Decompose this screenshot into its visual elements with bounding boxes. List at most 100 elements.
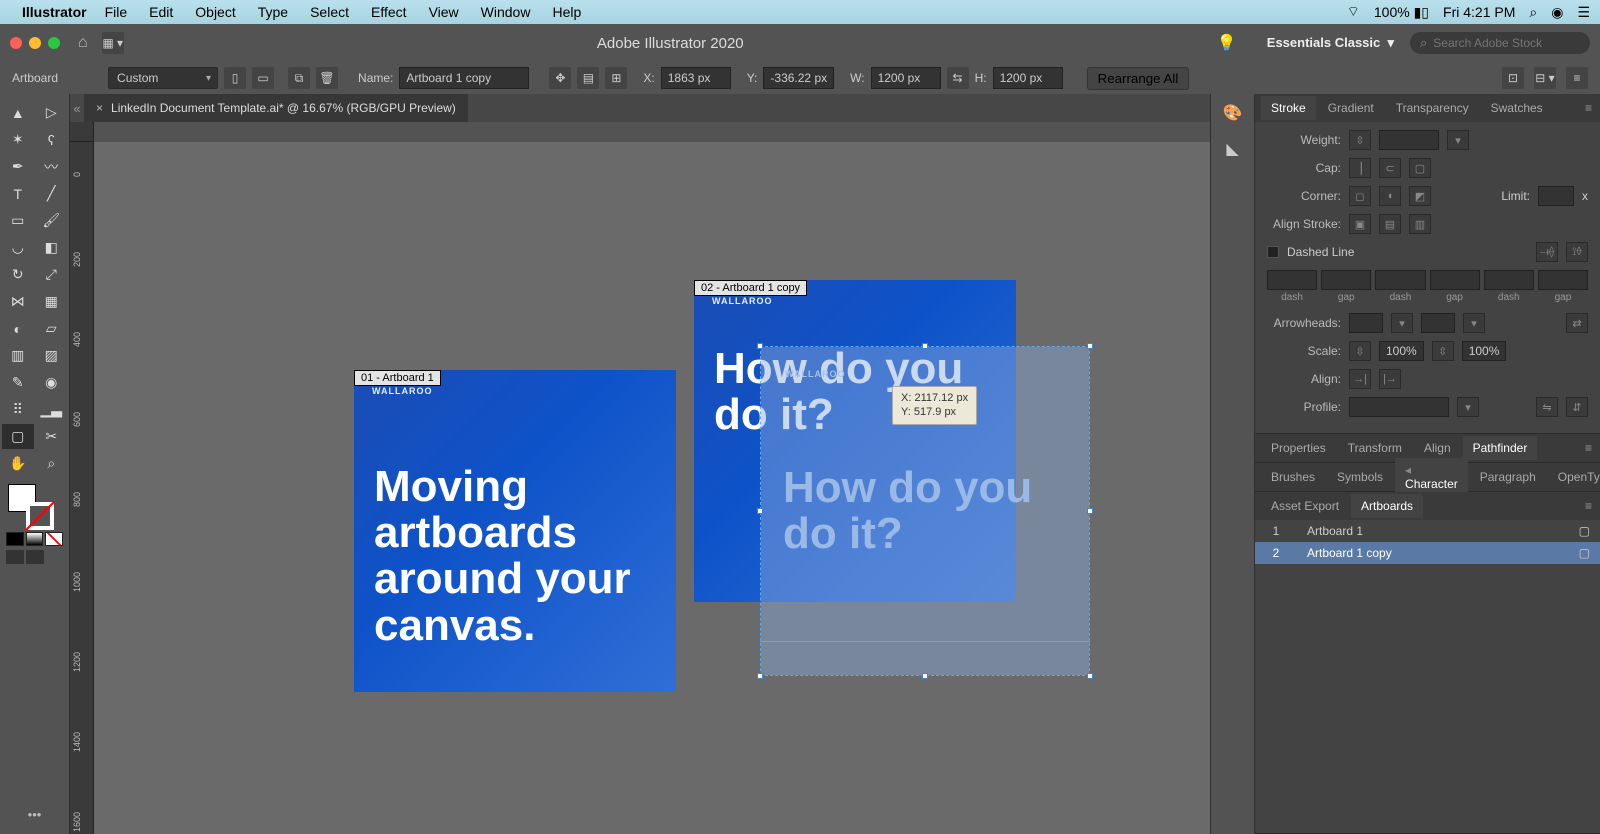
eyedropper-tool[interactable]: ✎	[2, 370, 34, 395]
profile-select[interactable]	[1349, 397, 1449, 417]
artboard-1[interactable]: 01 - Artboard 1 WALLAROO Moving artboard…	[354, 370, 676, 692]
y-field[interactable]: -336.22 px	[763, 67, 834, 89]
cap-round-button[interactable]: ⊂	[1379, 158, 1401, 178]
artboard-1-label[interactable]: 01 - Artboard 1	[354, 370, 441, 386]
menu-help[interactable]: Help	[552, 4, 581, 20]
artboard-options-icon[interactable]: ▢	[1579, 546, 1590, 560]
edit-toolbar-button[interactable]: •••	[2, 801, 67, 828]
color-mode-solid[interactable]	[6, 532, 24, 546]
rearrange-all-button[interactable]: Rearrange All	[1087, 67, 1190, 90]
artboard-row-name[interactable]: Artboard 1	[1287, 524, 1579, 538]
artboard-list-row[interactable]: 2 Artboard 1 copy ▢	[1255, 542, 1600, 564]
handle-bl[interactable]	[757, 673, 763, 679]
tab-overflow-left-icon[interactable]: «	[70, 101, 84, 116]
orientation-portrait-button[interactable]: ▯	[224, 67, 246, 89]
arrowhead-end-select[interactable]	[1421, 313, 1455, 333]
dash-3-field[interactable]	[1484, 270, 1534, 290]
zoom-tool[interactable]: ⌕	[36, 451, 68, 476]
arrow-align-extend-button[interactable]: →|	[1349, 369, 1371, 389]
mac-menu-app[interactable]: Illustrator	[22, 4, 87, 20]
weight-stepper[interactable]: ⇳	[1349, 130, 1371, 150]
screen-mode-full[interactable]	[26, 550, 44, 564]
scale-end-stepper[interactable]: ⇳	[1432, 341, 1454, 361]
menu-object[interactable]: Object	[195, 4, 235, 20]
blend-tool[interactable]: ◉	[36, 370, 68, 395]
artboard-2-label[interactable]: 02 - Artboard 1 copy	[694, 280, 807, 296]
stroke-swatch[interactable]	[26, 502, 54, 530]
tab-character[interactable]: ◂ Character	[1395, 458, 1468, 496]
h-field[interactable]: 1200 px	[993, 67, 1063, 89]
tab-gradient[interactable]: Gradient	[1318, 96, 1384, 120]
tab-artboards[interactable]: Artboards	[1351, 494, 1423, 518]
link-wh-button[interactable]: ⇆	[947, 67, 969, 89]
line-tool[interactable]: ╱	[36, 181, 68, 206]
canvas[interactable]: 01 - Artboard 1 WALLAROO Moving artboard…	[94, 142, 1210, 834]
delete-artboard-button[interactable]: 🗑	[316, 67, 338, 89]
graph-tool[interactable]: ▁▃	[36, 397, 68, 422]
menu-window[interactable]: Window	[481, 4, 531, 20]
zoom-window-button[interactable]	[48, 37, 60, 49]
gradient-tool[interactable]: ▨	[36, 343, 68, 368]
siri-icon[interactable]: ◉	[1551, 4, 1563, 21]
artboard-row-name[interactable]: Artboard 1 copy	[1287, 546, 1579, 560]
stock-search-input[interactable]	[1433, 36, 1580, 50]
tab-stroke[interactable]: Stroke	[1261, 96, 1316, 120]
rotate-tool[interactable]: ↻	[2, 262, 34, 287]
align-mode-button[interactable]: ⊟ ▾	[1534, 67, 1556, 89]
tab-opentype[interactable]: OpenType	[1548, 465, 1600, 489]
menu-edit[interactable]: Edit	[149, 4, 173, 20]
dashed-line-checkbox[interactable]	[1267, 246, 1279, 258]
slice-tool[interactable]: ✂	[36, 424, 68, 449]
shape-builder-tool[interactable]: ◐	[2, 316, 34, 341]
orientation-landscape-button[interactable]: ▭	[252, 67, 274, 89]
x-field[interactable]: 1863 px	[661, 67, 731, 89]
artboard-name-field[interactable]: Artboard 1 copy	[399, 67, 529, 89]
spotlight-icon[interactable]: ⌕	[1529, 4, 1537, 21]
tab-transform[interactable]: Transform	[1338, 436, 1412, 460]
panel-flyout-icon[interactable]: ≡	[1577, 441, 1600, 455]
cap-butt-button[interactable]: ⎥	[1349, 158, 1371, 178]
eraser-tool[interactable]: ◧	[36, 235, 68, 260]
color-panel-icon[interactable]: 🎨	[1221, 102, 1245, 124]
close-window-button[interactable]	[10, 37, 22, 49]
ruler-origin[interactable]	[70, 122, 94, 142]
w-field[interactable]: 1200 px	[871, 67, 941, 89]
type-tool[interactable]: T	[2, 181, 34, 206]
scale-start-stepper[interactable]: ⇳	[1349, 341, 1371, 361]
gap-3-field[interactable]	[1538, 270, 1588, 290]
arrowhead-end-dropdown[interactable]: ▾	[1463, 313, 1485, 333]
tab-asset-export[interactable]: Asset Export	[1261, 494, 1349, 518]
menu-type[interactable]: Type	[258, 4, 288, 20]
scale-start-field[interactable]: 100%	[1379, 341, 1424, 361]
dash-1-field[interactable]	[1267, 270, 1317, 290]
menu-view[interactable]: View	[429, 4, 459, 20]
rectangle-tool[interactable]: ▭	[2, 208, 34, 233]
reference-point-button[interactable]: ⊞	[605, 67, 627, 89]
dash-preserve-button[interactable]: ⟞⟠	[1536, 242, 1558, 262]
corner-round-button[interactable]: ◖	[1379, 186, 1401, 206]
tab-paragraph[interactable]: Paragraph	[1470, 465, 1546, 489]
tab-align[interactable]: Align	[1414, 436, 1461, 460]
menu-select[interactable]: Select	[310, 4, 349, 20]
corner-miter-button[interactable]: ◻	[1349, 186, 1371, 206]
gap-1-field[interactable]	[1321, 270, 1371, 290]
menu-file[interactable]: File	[105, 4, 128, 20]
flip-along-button[interactable]: ⇋	[1536, 397, 1558, 417]
move-with-artboard-button[interactable]: ✥	[549, 67, 571, 89]
pen-tool[interactable]: ✒	[2, 154, 34, 179]
curvature-tool[interactable]: 〰	[36, 154, 68, 179]
dash-align-button[interactable]: ⟟⟠	[1566, 242, 1588, 262]
artboard-options-button[interactable]: ▤	[577, 67, 599, 89]
control-center-icon[interactable]: ☰	[1577, 4, 1590, 21]
home-icon[interactable]: ⌂	[78, 34, 88, 52]
arrowhead-start-select[interactable]	[1349, 313, 1383, 333]
swap-arrowheads-button[interactable]: ⇄	[1566, 313, 1588, 333]
artboard-options-icon[interactable]: ▢	[1579, 524, 1590, 538]
selection-tool[interactable]: ▲	[2, 100, 34, 125]
profile-dropdown[interactable]: ▾	[1457, 397, 1479, 417]
tab-transparency[interactable]: Transparency	[1386, 96, 1479, 120]
handle-tr[interactable]	[1087, 343, 1093, 349]
handle-mr[interactable]	[1087, 508, 1093, 514]
limit-field[interactable]	[1538, 186, 1574, 206]
weight-dropdown[interactable]: ▾	[1447, 130, 1469, 150]
